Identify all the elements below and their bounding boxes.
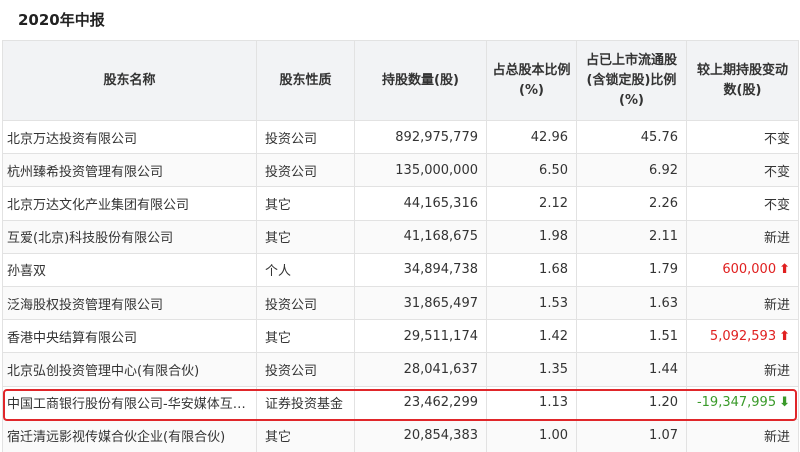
change-value: 不变: [763, 164, 790, 180]
shares-held: 28,041,637: [354, 352, 487, 387]
holder-type: 投资公司: [256, 352, 355, 387]
shares-held: 29,511,174: [354, 319, 487, 354]
arrow-up-icon: ⬆: [779, 328, 790, 344]
change-value: 600,000: [722, 262, 777, 278]
pct-float: 1.07: [576, 418, 687, 452]
holder-name[interactable]: 泛海股权投资管理有限公司: [2, 285, 257, 321]
change-value: 不变: [763, 197, 790, 213]
holding-change: -19,347,995 ⬇: [686, 385, 799, 420]
holding-change: 新进: [686, 219, 799, 254]
header-pct-float[interactable]: 占已上市流通股(含锁定股)比例(%): [576, 40, 687, 121]
change-value: 不变: [763, 131, 790, 147]
shares-held: 23,462,299: [354, 385, 487, 420]
change-value: 5,092,593: [709, 328, 777, 344]
shares-held: 892,975,779: [354, 119, 487, 155]
table-row[interactable]: 宿迁清远影视传媒合伙企业(有限合伙) 其它 20,854,383 1.00 1.07 新进: [2, 418, 799, 452]
header-change[interactable]: 较上期持股变动数(股): [686, 40, 799, 121]
pct-float: 1.51: [576, 319, 687, 354]
pct-float: 6.92: [576, 153, 687, 188]
period-title: 2020年中报: [18, 11, 105, 29]
table-row[interactable]: 北京万达文化产业集团有限公司 其它 44,165,316 2.12 2.26 不变: [2, 186, 799, 221]
header-shares[interactable]: 持股数量(股): [354, 40, 487, 121]
table-row[interactable]: 香港中央结算有限公司 其它 29,511,174 1.42 1.51 5,092,593 ⬆: [2, 319, 799, 354]
change-value: 新进: [763, 363, 790, 379]
holding-change: 不变: [686, 153, 799, 188]
header-type[interactable]: 股东性质: [256, 40, 355, 121]
pct-float: 2.26: [576, 186, 687, 221]
holder-name[interactable]: 宿迁清远影视传媒合伙企业(有限合伙): [2, 418, 257, 452]
holding-change: 新进: [686, 285, 799, 321]
holding-change: 5,092,593 ⬆: [686, 319, 799, 354]
holding-change: 不变: [686, 119, 799, 155]
table-row[interactable]: 中国工商银行股份有限公司-华安媒体互联网混合型证券投资基金证券投资基金23,46…: [2, 385, 799, 420]
change-value: 新进: [763, 297, 790, 313]
holding-change: 新进: [686, 352, 799, 387]
holder-name[interactable]: 北京万达投资有限公司: [2, 119, 257, 155]
change-value: 新进: [763, 430, 790, 446]
shareholders-table: 股东名称 股东性质 持股数量(股) 占总股本比例(%) 占已上市流通股(含锁定股…: [2, 40, 799, 452]
pct-float: 2.11: [576, 219, 687, 254]
shares-held: 44,165,316: [354, 186, 487, 221]
holder-name[interactable]: 孙喜双: [2, 252, 257, 287]
pct-total: 1.68: [486, 252, 577, 287]
holding-change: 新进: [686, 418, 799, 452]
shares-held: 41,168,675: [354, 219, 487, 254]
shares-held: 31,865,497: [354, 285, 487, 321]
holder-name[interactable]: 中国工商银行股份有限公司-华安媒体互联网混合型证券投资基金: [2, 385, 257, 420]
pct-float: 1.20: [576, 385, 687, 420]
holder-type: 其它: [256, 186, 355, 221]
header-name[interactable]: 股东名称: [2, 40, 257, 121]
holder-name[interactable]: 香港中央结算有限公司: [2, 319, 257, 354]
table-row[interactable]: 北京弘创投资管理中心(有限合伙) 投资公司 28,041,637 1.35 1.44 新进: [2, 352, 799, 387]
holder-type: 个人: [256, 252, 355, 287]
table-row[interactable]: 北京万达投资有限公司 投资公司 892,975,779 42.96 45.76 不变: [2, 119, 799, 155]
table-row[interactable]: 互爱(北京)科技股份有限公司 其它 41,168,675 1.98 2.11 新进: [2, 219, 799, 254]
pct-total: 1.13: [486, 385, 577, 420]
holder-type: 证券投资基金: [256, 385, 355, 420]
shares-held: 135,000,000: [354, 153, 487, 188]
table-row[interactable]: 孙喜双 个人 34,894,738 1.68 1.79 600,000 ⬆: [2, 252, 799, 287]
table-body: 北京万达投资有限公司 投资公司 892,975,779 42.96 45.76 不变 杭州臻…: [2, 119, 799, 452]
header-pct-total[interactable]: 占总股本比例(%): [486, 40, 577, 121]
table-row[interactable]: 杭州臻希投资管理有限公司 投资公司 135,000,000 6.50 6.92 不变: [2, 153, 799, 188]
holder-type: 其它: [256, 319, 355, 354]
holder-name[interactable]: 北京万达文化产业集团有限公司: [2, 186, 257, 221]
holder-name[interactable]: 杭州臻希投资管理有限公司: [2, 153, 257, 188]
pct-total: 1.53: [486, 285, 577, 321]
change-value: -19,347,995: [696, 395, 777, 411]
pct-total: 1.35: [486, 352, 577, 387]
holder-name[interactable]: 北京弘创投资管理中心(有限合伙): [2, 352, 257, 387]
pct-total: 6.50: [486, 153, 577, 188]
change-value: 新进: [763, 231, 790, 247]
pct-total: 2.12: [486, 186, 577, 221]
pct-float: 1.79: [576, 252, 687, 287]
holding-change: 600,000 ⬆: [686, 252, 799, 287]
pct-total: 42.96: [486, 119, 577, 155]
holding-change: 不变: [686, 186, 799, 221]
pct-total: 1.00: [486, 418, 577, 452]
holder-type: 投资公司: [256, 119, 355, 155]
shares-held: 20,854,383: [354, 418, 487, 452]
pct-float: 1.63: [576, 285, 687, 321]
arrow-down-icon: ⬇: [779, 395, 790, 411]
table-row[interactable]: 泛海股权投资管理有限公司 投资公司 31,865,497 1.53 1.63 新进: [2, 285, 799, 321]
holder-type: 投资公司: [256, 153, 355, 188]
pct-float: 1.44: [576, 352, 687, 387]
arrow-up-icon: ⬆: [779, 262, 790, 278]
pct-float: 45.76: [576, 119, 687, 155]
holder-name[interactable]: 互爱(北京)科技股份有限公司: [2, 219, 257, 254]
pct-total: 1.42: [486, 319, 577, 354]
pct-total: 1.98: [486, 219, 577, 254]
shares-held: 34,894,738: [354, 252, 487, 287]
holder-type: 其它: [256, 219, 355, 254]
holder-type: 其它: [256, 418, 355, 452]
table-header: 股东名称 股东性质 持股数量(股) 占总股本比例(%) 占已上市流通股(含锁定股…: [2, 40, 799, 121]
holder-type: 投资公司: [256, 285, 355, 321]
